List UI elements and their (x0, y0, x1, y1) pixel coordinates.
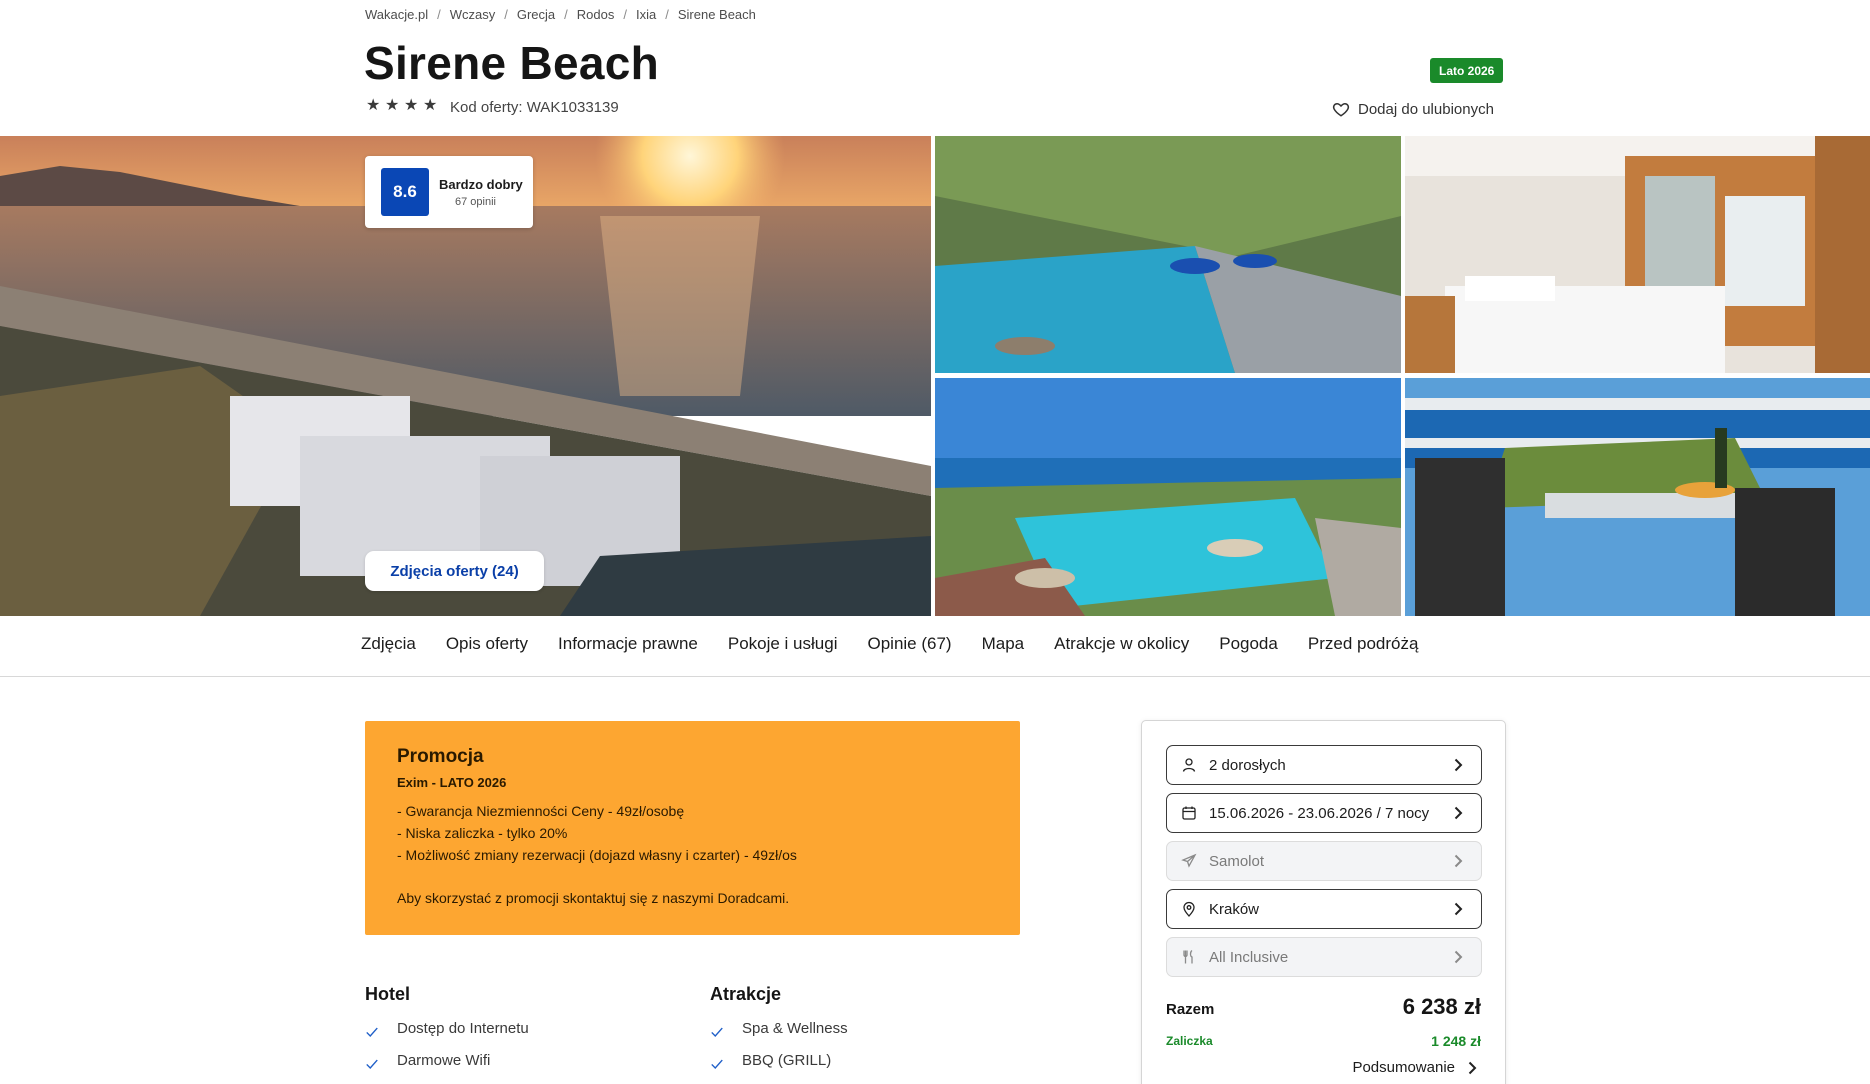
check-icon (366, 1027, 378, 1037)
tab-attractions[interactable]: Atrakcje w okolicy (1054, 634, 1189, 654)
guests-select[interactable]: 2 dorosłych (1166, 745, 1482, 785)
chevron-right-icon (1468, 1061, 1477, 1074)
total-price: 6 238 zł (1402, 994, 1481, 1019)
rating-card[interactable]: 8.6 Bardzo dobry 67 opinii (365, 156, 533, 228)
deposit-label: Zaliczka (1166, 1034, 1213, 1048)
plane-icon (1181, 853, 1197, 868)
rating-score: 8.6 (381, 168, 429, 216)
tab-reviews[interactable]: Opinie (67) (867, 634, 951, 654)
star-icon: ★ (385, 97, 400, 114)
breadcrumb-item[interactable]: Wczasy (450, 7, 496, 22)
promo-subtitle: Exim - LATO 2026 (397, 775, 507, 790)
star-rating: ★ ★ ★ ★ (366, 97, 438, 114)
tab-photos[interactable]: Zdjęcia (361, 634, 416, 654)
breadcrumb-item[interactable]: Wakacje.pl (365, 7, 428, 22)
season-badge: Lato 2026 (1430, 58, 1504, 83)
tab-legal-info[interactable]: Informacje prawne (558, 634, 698, 654)
section-heading: Atrakcje (710, 984, 782, 1004)
promo-line: - Gwarancja Niezmienności Ceny - 49zł/os… (397, 803, 685, 819)
breadcrumb-item[interactable]: Ixia (636, 7, 656, 22)
pool-aerial-photo (935, 378, 1401, 616)
pool-terrace-photo (935, 136, 1401, 373)
section-tabs: Zdjęcia Opis oferty Informacje prawne Po… (361, 634, 1418, 654)
star-icon: ★ (366, 97, 381, 114)
star-icon: ★ (423, 97, 438, 114)
breadcrumb: Wakacje.pl / Wczasy / Grecja / Rodos / Ixia /… (365, 6, 756, 22)
tab-offer-description[interactable]: Opis oferty (446, 634, 528, 654)
departure-select[interactable]: Kraków (1166, 889, 1482, 929)
tab-map[interactable]: Mapa (982, 634, 1025, 654)
promo-title: Promocja (397, 746, 484, 767)
offer-photos-button[interactable]: Zdjęcia oferty (24) (365, 551, 544, 591)
offer-code: Kod oferty: WAK1033139 (450, 99, 619, 116)
divider (0, 676, 1870, 677)
check-icon (711, 1027, 723, 1037)
promo-note: Aby skorzystać z promocji skontaktuj się… (397, 890, 790, 906)
breadcrumb-current: Sirene Beach (677, 6, 756, 22)
main-photo[interactable]: 8.6 Bardzo dobry 67 opinii Zdjęcia ofert… (0, 136, 931, 616)
chevron-right-icon (1454, 950, 1463, 964)
rating-count: 67 opinii (455, 195, 496, 208)
add-to-favorites-button[interactable]: Dodaj do ulubionych (1332, 100, 1494, 118)
tab-weather[interactable]: Pogoda (1219, 634, 1278, 654)
feature-item: BBQ (GRILL) (710, 1051, 848, 1069)
gallery-photo-pool-aerial[interactable] (935, 378, 1401, 616)
attraction-features: Atrakcje Spa & Wellness BBQ (GRILL) (710, 984, 848, 1069)
favorite-label: Dodaj do ulubionych (1358, 100, 1494, 118)
tab-before-travel[interactable]: Przed podróżą (1308, 634, 1419, 654)
transport-select[interactable]: Samolot (1166, 841, 1482, 881)
check-icon (711, 1059, 723, 1069)
star-icon: ★ (404, 97, 419, 114)
photo-gallery: 8.6 Bardzo dobry 67 opinii Zdjęcia ofert… (0, 136, 1870, 616)
breadcrumb-item[interactable]: Rodos (577, 7, 615, 22)
cutlery-icon (1183, 949, 1193, 964)
feature-item: Darmowe Wifi (365, 1051, 529, 1069)
feature-item: Spa & Wellness (710, 1019, 848, 1037)
check-icon (366, 1059, 378, 1069)
hotel-features: Hotel Dostęp do Internetu Darmowe Wifi (365, 984, 529, 1069)
rating-label: Bardzo dobry (439, 176, 523, 192)
location-pin-icon (1183, 901, 1195, 917)
gallery-photo-room[interactable] (1405, 136, 1870, 373)
board-select[interactable]: All Inclusive (1166, 937, 1482, 977)
deposit-price: 1 248 zł (1431, 1033, 1481, 1049)
promo-line: - Możliwość zmiany rezerwacji (dojazd wł… (397, 847, 797, 863)
gallery-photo-pool[interactable] (935, 136, 1401, 373)
promotion-box: Promocja Exim - LATO 2026 - Gwarancja Ni… (365, 721, 1020, 935)
breadcrumb-item[interactable]: Grecja (517, 7, 555, 22)
gallery-photo-balcony[interactable] (1405, 378, 1870, 616)
promo-line: - Niska zaliczka - tylko 20% (397, 825, 568, 841)
section-heading: Hotel (365, 984, 410, 1004)
feature-item: Dostęp do Internetu (365, 1019, 529, 1037)
dates-select[interactable]: 15.06.2026 - 23.06.2026 / 7 nocy (1166, 793, 1482, 833)
heart-icon (1332, 102, 1350, 117)
hotel-room-photo (1405, 136, 1870, 373)
summary-link[interactable]: Podsumowanie (1352, 1059, 1479, 1076)
balcony-view-photo (1405, 378, 1870, 616)
chevron-right-icon (1454, 854, 1463, 868)
tab-rooms-services[interactable]: Pokoje i usługi (728, 634, 838, 654)
chevron-right-icon (1454, 758, 1463, 772)
chevron-right-icon (1454, 902, 1463, 916)
calendar-icon (1182, 806, 1196, 820)
total-label: Razem (1166, 1001, 1215, 1018)
chevron-right-icon (1454, 806, 1463, 820)
page-title: Sirene Beach (364, 37, 660, 89)
booking-panel: 2 dorosłych 15.06.2026 - 23.06.2026 / 7 … (1141, 720, 1506, 1084)
person-icon (1182, 758, 1196, 772)
